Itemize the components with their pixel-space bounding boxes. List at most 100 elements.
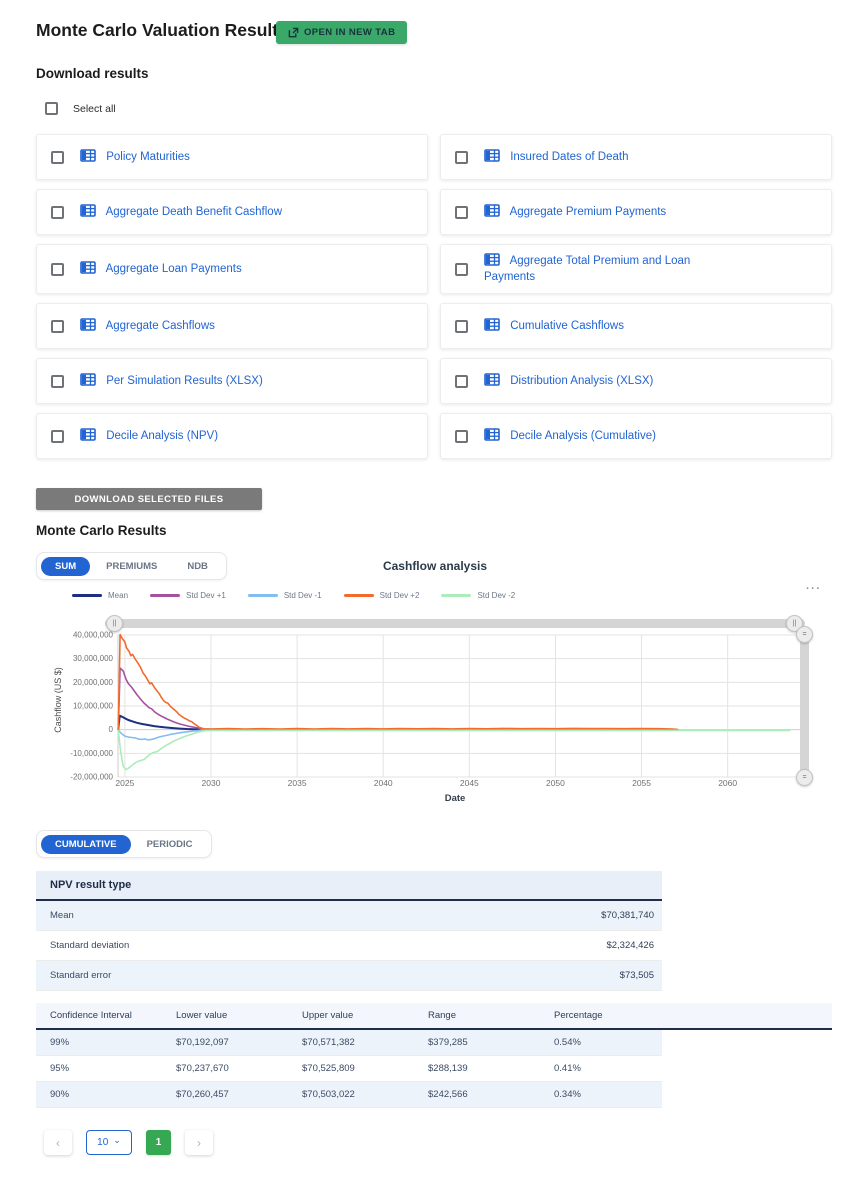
y-range-slider-bottom-handle[interactable]: = [796, 769, 813, 786]
select-all-checkbox[interactable] [45, 102, 58, 115]
x-axis-title: Date [415, 793, 495, 804]
npv-row-label: Mean [50, 910, 74, 921]
confidence-table-body: 99%$70,192,097$70,571,382$379,2850.54%95… [36, 1030, 832, 1108]
pagination: ‹ 10 ⌄ 1 › [44, 1130, 213, 1155]
confidence-cell: $70,237,670 [176, 1063, 302, 1074]
file-download-link[interactable]: Decile Analysis (NPV) [80, 428, 218, 444]
tab-cumulative[interactable]: CUMULATIVE [41, 835, 131, 854]
confidence-table-header-row: Confidence IntervalLower valueUpper valu… [36, 1003, 832, 1030]
x-tick-label: 2055 [632, 778, 651, 788]
file-card: Insured Dates of Death [440, 134, 832, 180]
file-checkbox[interactable] [455, 151, 468, 164]
file-download-link[interactable]: Per Simulation Results (XLSX) [80, 373, 263, 389]
confidence-table-row: 99%$70,192,097$70,571,382$379,2850.54% [36, 1030, 662, 1056]
file-checkbox[interactable] [455, 263, 468, 276]
file-checkbox[interactable] [51, 206, 64, 219]
y-tick-label: 0 [109, 725, 114, 734]
next-page-button[interactable]: › [185, 1130, 213, 1155]
cashflow-chart: MeanStd Dev +1Std Dev -1Std Dev +2Std De… [0, 583, 860, 815]
confidence-cell: 0.41% [554, 1063, 662, 1074]
spreadsheet-icon [80, 149, 96, 162]
x-range-slider-left-handle[interactable]: || [106, 615, 123, 632]
legend-label: Std Dev +1 [186, 591, 226, 600]
x-range-slider-track[interactable] [105, 619, 805, 628]
file-card: Aggregate Premium Payments [440, 189, 832, 235]
confidence-cell: 99% [50, 1037, 176, 1048]
file-download-link[interactable]: Aggregate Total Premium and Loan Payment… [484, 253, 734, 285]
x-tick-label: 2030 [202, 778, 221, 788]
spreadsheet-icon [484, 428, 500, 441]
legend-label: Std Dev -2 [477, 591, 515, 600]
x-tick-label: 2025 [115, 778, 134, 788]
file-card: Aggregate Death Benefit Cashflow [36, 189, 428, 235]
open-in-new-tab-button[interactable]: OPEN IN NEW TAB [276, 21, 407, 44]
file-card: Per Simulation Results (XLSX) [36, 358, 428, 404]
more-options-icon[interactable]: ··· [806, 583, 822, 595]
monte-carlo-results-page: Monte Carlo Valuation Results OPEN IN NE… [0, 0, 860, 1177]
file-download-link[interactable]: Distribution Analysis (XLSX) [484, 373, 653, 389]
summary-tabs: CUMULATIVE PERIODIC [36, 830, 212, 858]
file-download-link[interactable]: Cumulative Cashflows [484, 318, 624, 334]
npv-table-row: Mean$70,381,740 [36, 901, 662, 931]
file-checkbox[interactable] [455, 430, 468, 443]
file-checkbox[interactable] [51, 263, 64, 276]
chart-title: Cashflow analysis [335, 559, 535, 573]
legend-label: Std Dev -1 [284, 591, 322, 600]
confidence-table-row: 90%$70,260,457$70,503,022$242,5660.34% [36, 1082, 662, 1108]
legend-label: Mean [108, 591, 128, 600]
chart-legend: MeanStd Dev +1Std Dev -1Std Dev +2Std De… [72, 591, 515, 600]
file-checkbox[interactable] [51, 151, 64, 164]
result-view-tabs: SUM PREMIUMS NDB [36, 552, 227, 580]
confidence-header-cell: Percentage [554, 1010, 832, 1021]
y-range-slider-top-handle[interactable]: = [796, 626, 813, 643]
legend-item: Std Dev +1 [150, 591, 226, 600]
file-download-link[interactable]: Aggregate Premium Payments [484, 204, 666, 220]
confidence-header-cell: Range [428, 1010, 554, 1021]
file-label: Decile Analysis (Cumulative) [510, 430, 656, 442]
legend-swatch [441, 594, 471, 597]
file-label: Aggregate Loan Payments [106, 263, 242, 275]
confidence-cell: $70,525,809 [302, 1063, 428, 1074]
tab-periodic[interactable]: PERIODIC [133, 835, 207, 854]
file-download-link[interactable]: Aggregate Cashflows [80, 318, 215, 334]
spreadsheet-icon [80, 318, 96, 331]
y-tick-label: -10,000,000 [70, 749, 113, 758]
confidence-cell: $70,503,022 [302, 1089, 428, 1100]
file-download-link[interactable]: Insured Dates of Death [484, 149, 628, 165]
tab-premiums[interactable]: PREMIUMS [92, 557, 171, 576]
x-tick-label: 2040 [374, 778, 393, 788]
confidence-header-cell: Upper value [302, 1010, 428, 1021]
spreadsheet-icon [484, 149, 500, 162]
file-label: Cumulative Cashflows [510, 320, 624, 332]
file-checkbox[interactable] [51, 320, 64, 333]
page-size-select[interactable]: 10 ⌄ [86, 1130, 132, 1155]
legend-item: Std Dev -1 [248, 591, 322, 600]
file-checkbox[interactable] [455, 320, 468, 333]
file-download-link[interactable]: Policy Maturities [80, 149, 190, 165]
legend-swatch [150, 594, 180, 597]
y-range-slider-track[interactable] [800, 630, 809, 780]
file-checkbox[interactable] [455, 206, 468, 219]
file-checkbox[interactable] [455, 375, 468, 388]
legend-swatch [344, 594, 374, 597]
file-label: Per Simulation Results (XLSX) [106, 375, 263, 387]
confidence-header-cell: Lower value [176, 1010, 302, 1021]
confidence-cell: 0.34% [554, 1089, 662, 1100]
monte-carlo-results-heading: Monte Carlo Results [36, 523, 167, 538]
y-tick-label: 20,000,000 [73, 678, 114, 687]
file-checkbox[interactable] [51, 430, 64, 443]
tab-ndb[interactable]: NDB [173, 557, 222, 576]
page-number-button[interactable]: 1 [146, 1130, 171, 1155]
file-download-link[interactable]: Aggregate Loan Payments [80, 261, 242, 277]
download-selected-files-button[interactable]: DOWNLOAD SELECTED FILES [36, 488, 262, 510]
page-title: Monte Carlo Valuation Results [36, 20, 288, 41]
npv-row-label: Standard deviation [50, 940, 129, 951]
confidence-header-cell: Confidence Interval [50, 1010, 176, 1021]
prev-page-button[interactable]: ‹ [44, 1130, 72, 1155]
file-label: Distribution Analysis (XLSX) [510, 375, 653, 387]
tab-sum[interactable]: SUM [41, 557, 90, 576]
file-download-link[interactable]: Decile Analysis (Cumulative) [484, 428, 656, 444]
y-tick-label: -20,000,000 [70, 773, 113, 782]
file-checkbox[interactable] [51, 375, 64, 388]
file-download-link[interactable]: Aggregate Death Benefit Cashflow [80, 204, 282, 220]
